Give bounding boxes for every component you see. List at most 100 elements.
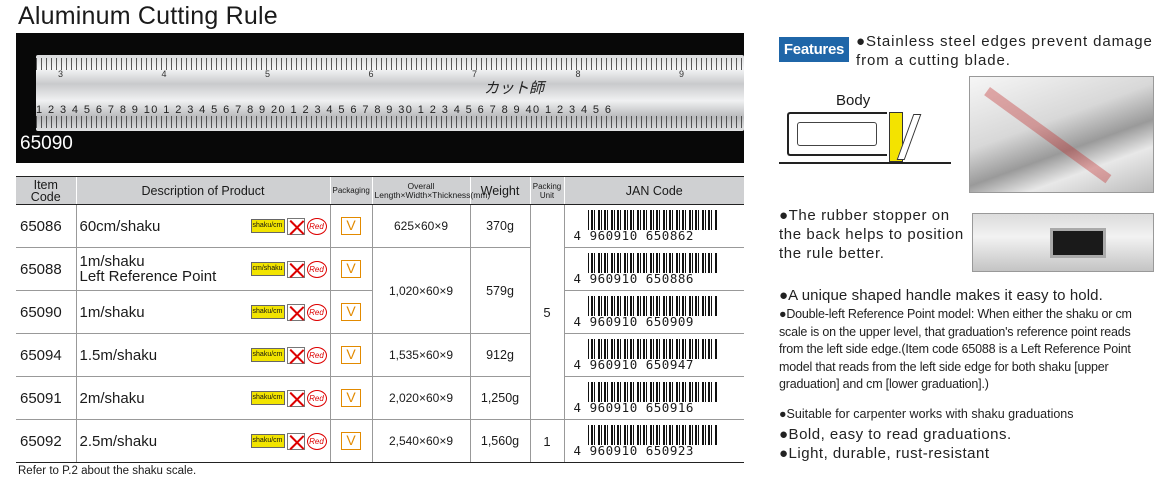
cross-section-diagram: Body bbox=[779, 92, 951, 182]
jan-lead-digit: 4 bbox=[573, 314, 582, 329]
product-description: 1m/shaku Left Reference Point bbox=[79, 253, 217, 285]
jan-code: 960910 650947 bbox=[589, 357, 694, 372]
item-code: 65092 bbox=[16, 419, 76, 463]
item-code: 65094 bbox=[16, 333, 76, 377]
jan-code: 960910 650923 bbox=[589, 443, 694, 458]
product-photo: 3 4 5 6 7 8 9 10 11 12 13 14 15 16 17 18… bbox=[16, 33, 744, 163]
table-row: 65094 1.5m/shaku shaku/cm Red V 1,535×60×9… bbox=[16, 333, 744, 377]
weight: 1,250g bbox=[469, 376, 530, 420]
header-item-code: Item Code bbox=[16, 176, 76, 205]
scale-badge: shaku/cm bbox=[250, 219, 285, 233]
feature-item: ●Light, durable, rust-resistant bbox=[779, 445, 990, 462]
item-code: 65088 bbox=[16, 247, 76, 291]
jan-code: 960910 650862 bbox=[589, 228, 694, 243]
item-code: 65091 bbox=[16, 376, 76, 420]
packaging-badge: V bbox=[341, 217, 361, 235]
jan-lead-digit: 4 bbox=[573, 271, 582, 286]
table-row: 65086 60cm/shaku shaku/cm Red V 625×60×9 3… bbox=[16, 204, 744, 420]
red-badge: Red bbox=[306, 217, 327, 235]
weight: 1,560g bbox=[469, 419, 530, 463]
jan-code: 960910 650886 bbox=[589, 271, 694, 286]
packaging-badge: V bbox=[341, 303, 361, 321]
dimensions: 1,020×60×9 bbox=[371, 247, 470, 334]
scale-badge: shaku/cm bbox=[250, 305, 285, 319]
product-description: 1.5m/shaku bbox=[79, 346, 158, 364]
feature-item: ●Stainless steel edges prevent damage fr… bbox=[856, 33, 1153, 69]
table-row: 65091 2m/shaku shaku/cm Red V 2,020×60×9 1… bbox=[16, 376, 744, 420]
header-dimensions: Overall Length×Width×Thickness(mm) bbox=[371, 176, 490, 205]
weight: 579g bbox=[469, 247, 530, 334]
packaging-badge: V bbox=[341, 389, 361, 407]
feature-item: ●Suitable for carpenter works with shaku… bbox=[779, 407, 1074, 421]
ruler-brand-logo: カット師 bbox=[484, 79, 545, 97]
table-row: 65088 1m/shaku Left Reference Point cm/sh… bbox=[16, 247, 744, 334]
dimensions: 2,020×60×9 bbox=[371, 376, 470, 420]
feature-item: ●Double-left Reference Point model: When… bbox=[779, 307, 1132, 391]
barcode-icon bbox=[587, 296, 718, 316]
packing-unit: 5 bbox=[529, 204, 564, 420]
header-packaging: Packaging bbox=[329, 176, 372, 205]
product-description: 2.5m/shaku bbox=[79, 432, 158, 450]
feature-item: ●A unique shaped handle makes it easy to… bbox=[779, 287, 1103, 304]
item-code: 65086 bbox=[16, 204, 76, 248]
jan-code: 960910 650916 bbox=[589, 400, 694, 415]
header-jan-code: JAN Code bbox=[563, 176, 744, 205]
ruler-closeup-photo bbox=[969, 76, 1154, 193]
packing-unit: 1 bbox=[529, 419, 564, 463]
photo-model-number: 65090 bbox=[20, 133, 73, 154]
packaging-badge: V bbox=[341, 432, 361, 450]
feature-item: ●Bold, easy to read graduations. bbox=[779, 426, 1012, 443]
scale-badge: shaku/cm bbox=[250, 434, 285, 448]
red-badge: Red bbox=[306, 389, 327, 407]
product-description: 1m/shaku bbox=[79, 303, 145, 321]
ruler-scale-top: 3 4 5 6 7 8 9 10 11 12 13 14 15 16 17 18… bbox=[58, 69, 744, 79]
ruler-ticks-bottom bbox=[36, 116, 744, 128]
weight: 370g bbox=[469, 204, 530, 248]
barcode-icon bbox=[587, 339, 718, 359]
rubber-stopper bbox=[1050, 228, 1106, 258]
no-cut-icon bbox=[286, 389, 305, 407]
packaging-badge: V bbox=[341, 260, 361, 278]
product-description: 2m/shaku bbox=[79, 389, 145, 407]
barcode-icon bbox=[587, 425, 718, 445]
no-cut-icon bbox=[286, 303, 305, 321]
scale-badge: shaku/cm bbox=[250, 348, 285, 362]
dimensions: 1,535×60×9 bbox=[371, 333, 470, 377]
footnote: Refer to P.2 about the shaku scale. bbox=[18, 465, 197, 477]
red-badge: Red bbox=[306, 346, 327, 364]
table-row: 65092 2.5m/shaku shaku/cm Red V 2,540×60×9… bbox=[16, 419, 744, 463]
header-packing-unit: Packing Unit bbox=[529, 176, 564, 205]
diagram-base-line bbox=[779, 162, 951, 164]
jan-lead-digit: 4 bbox=[573, 228, 582, 243]
item-code: 65090 bbox=[16, 290, 76, 334]
dimensions: 625×60×9 bbox=[371, 204, 470, 248]
weight: 912g bbox=[469, 333, 530, 377]
jan-lead-digit: 4 bbox=[573, 443, 582, 458]
ruler-scale-bottom: 1 2 3 4 5 6 7 8 9 10 1 2 3 4 5 6 7 8 9 2… bbox=[36, 104, 613, 116]
barcode-icon bbox=[587, 210, 718, 230]
feature-item: ●The rubber stopper on the back helps to… bbox=[779, 207, 964, 262]
features-label: Features bbox=[779, 37, 849, 62]
scale-badge: cm/shaku bbox=[250, 262, 285, 276]
no-cut-icon bbox=[286, 346, 305, 364]
page-title: Aluminum Cutting Rule bbox=[18, 2, 278, 30]
header-description: Description of Product bbox=[75, 176, 330, 205]
red-badge: Red bbox=[306, 432, 327, 450]
scale-badge: shaku/cm bbox=[250, 391, 285, 405]
packaging-badge: V bbox=[341, 346, 361, 364]
no-cut-icon bbox=[286, 260, 305, 278]
table-header-row: Item Code Description of Product Packagi… bbox=[16, 176, 744, 205]
diagram-body-inner bbox=[797, 122, 877, 146]
dimensions: 2,540×60×9 bbox=[371, 419, 470, 463]
diagram-body-label: Body bbox=[836, 92, 871, 109]
barcode-icon bbox=[587, 382, 718, 402]
jan-lead-digit: 4 bbox=[573, 357, 582, 372]
no-cut-icon bbox=[286, 217, 305, 235]
jan-code: 960910 650909 bbox=[589, 314, 694, 329]
product-spec-table: Item Code Description of Product Packagi… bbox=[16, 176, 744, 463]
product-description: 60cm/shaku bbox=[79, 217, 161, 235]
rubber-stopper-photo bbox=[972, 213, 1154, 272]
ruler-image: 3 4 5 6 7 8 9 10 11 12 13 14 15 16 17 18… bbox=[36, 55, 744, 131]
red-badge: Red bbox=[306, 303, 327, 321]
barcode-icon bbox=[587, 253, 718, 273]
